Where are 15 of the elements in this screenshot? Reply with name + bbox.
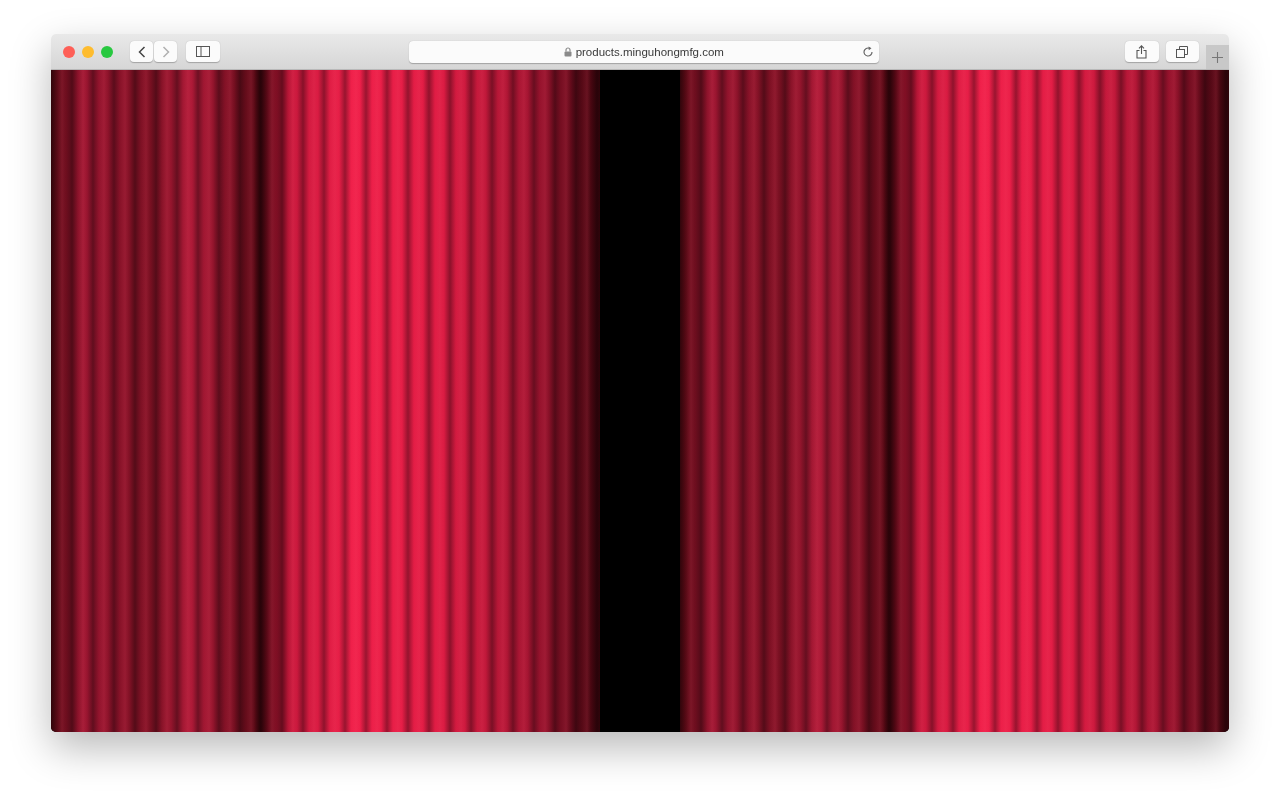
sidebar-icon (195, 46, 210, 57)
sidebar-button[interactable] (186, 41, 220, 62)
tabs-icon (1176, 45, 1189, 58)
tabs-button[interactable] (1165, 41, 1200, 62)
chevron-left-icon (137, 45, 146, 58)
new-tab-button[interactable] (1206, 45, 1229, 69)
url-text: products.minguhongmfg.com (575, 45, 724, 58)
share-button[interactable] (1124, 41, 1159, 62)
back-button[interactable] (130, 41, 153, 62)
address-bar[interactable]: products.minguhongmfg.com (408, 40, 879, 63)
close-button[interactable] (63, 45, 75, 58)
share-icon (1136, 44, 1148, 59)
plus-icon (1212, 51, 1224, 63)
reload-icon[interactable] (861, 45, 874, 58)
chevron-right-icon (161, 45, 170, 58)
